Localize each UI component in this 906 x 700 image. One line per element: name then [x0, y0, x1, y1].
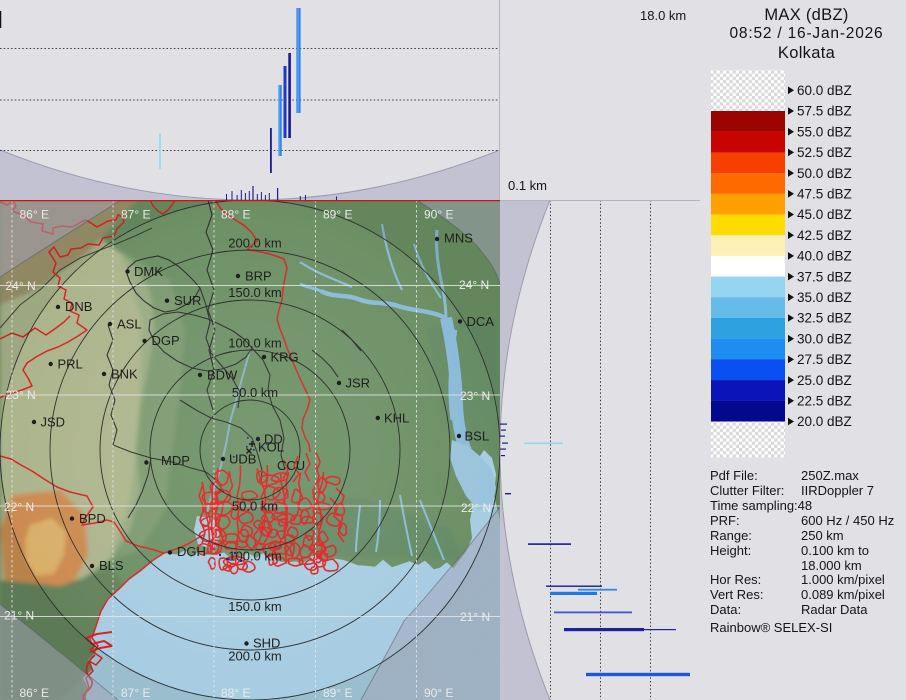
svg-text:27.5 dBZ: 27.5 dBZ — [797, 352, 852, 367]
svg-text:40.0 dBZ: 40.0 dBZ — [797, 249, 852, 264]
svg-text:45.0 dBZ: 45.0 dBZ — [797, 207, 852, 222]
svg-text:42.5 dBZ: 42.5 dBZ — [797, 228, 852, 243]
svg-text:50.0 dBZ: 50.0 dBZ — [797, 166, 852, 181]
svg-text:30.0 dBZ: 30.0 dBZ — [797, 331, 852, 346]
svg-text:25.0 dBZ: 25.0 dBZ — [797, 373, 852, 388]
svg-text:47.5 dBZ: 47.5 dBZ — [797, 187, 852, 202]
svg-text:32.5 dBZ: 32.5 dBZ — [797, 311, 852, 326]
svg-text:22.5 dBZ: 22.5 dBZ — [797, 394, 852, 409]
svg-text:57.5 dBZ: 57.5 dBZ — [797, 104, 852, 119]
svg-text:20.0 dBZ: 20.0 dBZ — [797, 414, 852, 429]
svg-text:55.0 dBZ: 55.0 dBZ — [797, 124, 852, 139]
svg-text:37.5 dBZ: 37.5 dBZ — [797, 269, 852, 284]
svg-text:35.0 dBZ: 35.0 dBZ — [797, 290, 852, 305]
svg-text:60.0 dBZ: 60.0 dBZ — [797, 83, 852, 98]
svg-text:52.5 dBZ: 52.5 dBZ — [797, 145, 852, 160]
